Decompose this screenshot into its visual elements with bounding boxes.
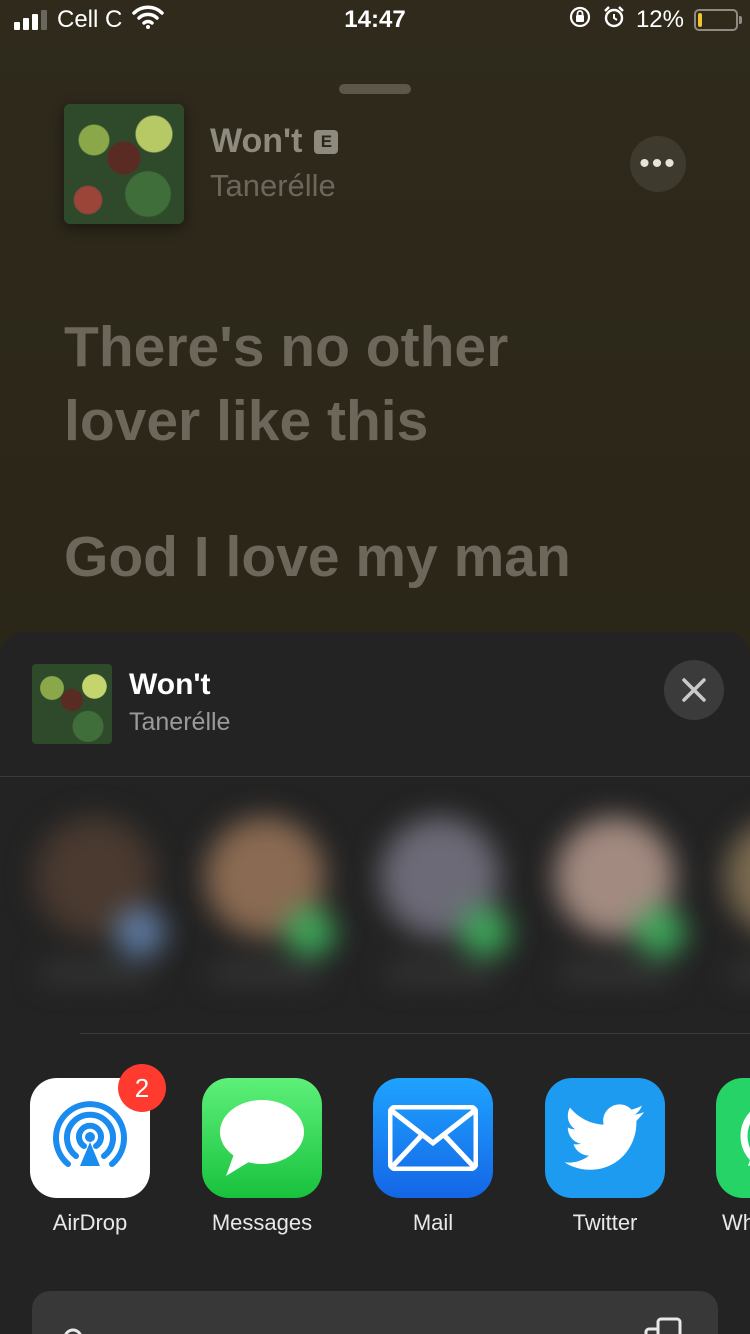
share-item-artwork	[32, 664, 112, 744]
share-app-label: Mail	[412, 1210, 454, 1235]
share-app-label: Twitter	[572, 1210, 638, 1235]
alarm-icon	[602, 5, 626, 36]
status-right: 12%	[568, 5, 742, 36]
share-sheet: Won't Tanerélle 2 AirDrop Messages Mail …	[0, 632, 750, 1334]
messages-icon	[202, 1078, 322, 1198]
share-apps-row: 2 AirDrop Messages Mail Twitter Wh	[0, 1064, 750, 1248]
lyric-line[interactable]: God I love my man	[64, 520, 571, 594]
copy-icon[interactable]	[644, 1315, 690, 1334]
contact-suggestion[interactable]	[25, 807, 165, 1007]
search-icon	[62, 1327, 88, 1334]
now-playing-title-row: Won't E	[210, 122, 339, 161]
battery-percent: 12%	[635, 6, 684, 33]
contact-suggestion[interactable]	[370, 807, 510, 1007]
album-art	[64, 104, 184, 224]
battery-level	[698, 13, 702, 27]
share-app-airdrop[interactable]: 2 AirDrop	[10, 1064, 170, 1236]
share-item-artist: Tanerélle	[129, 708, 231, 736]
battery-icon	[694, 9, 742, 31]
share-app-label: Wh	[722, 1210, 750, 1235]
close-button[interactable]	[664, 660, 724, 720]
lyric-line[interactable]: There's no other lover like this	[64, 310, 508, 458]
rotation-lock-icon	[568, 5, 592, 36]
share-app-whatsapp[interactable]: Wh	[696, 1078, 750, 1236]
whatsapp-icon	[716, 1078, 750, 1198]
share-item-title: Won't	[129, 668, 211, 701]
share-app-mail[interactable]: Mail	[353, 1078, 513, 1236]
divider	[80, 1033, 750, 1034]
airdrop-icon: 2	[30, 1064, 166, 1198]
contact-suggestion[interactable]	[195, 807, 335, 1007]
share-app-twitter[interactable]: Twitter	[525, 1078, 685, 1236]
share-app-messages[interactable]: Messages	[182, 1078, 342, 1236]
more-options-button[interactable]: •••	[630, 136, 686, 192]
share-app-label: AirDrop	[52, 1210, 128, 1235]
status-bar: Cell C 14:47 12%	[0, 0, 750, 40]
now-playing-artist[interactable]: Tanerélle	[210, 168, 336, 204]
close-icon	[682, 678, 706, 702]
contact-suggestions	[0, 777, 750, 1032]
search-actions-bar[interactable]	[32, 1291, 718, 1334]
explicit-badge: E	[314, 129, 339, 154]
share-app-label: Messages	[211, 1210, 313, 1235]
twitter-icon	[545, 1078, 665, 1198]
contact-suggestion[interactable]	[715, 807, 750, 1007]
airdrop-badge: 2	[118, 1064, 166, 1112]
screen: Cell C 14:47 12% Won't E Tanerélle ••• T…	[0, 0, 750, 1334]
sheet-grabber[interactable]	[339, 84, 411, 94]
contact-suggestion[interactable]	[545, 807, 685, 1007]
mail-icon	[373, 1078, 493, 1198]
now-playing-title: Won't	[210, 122, 303, 160]
